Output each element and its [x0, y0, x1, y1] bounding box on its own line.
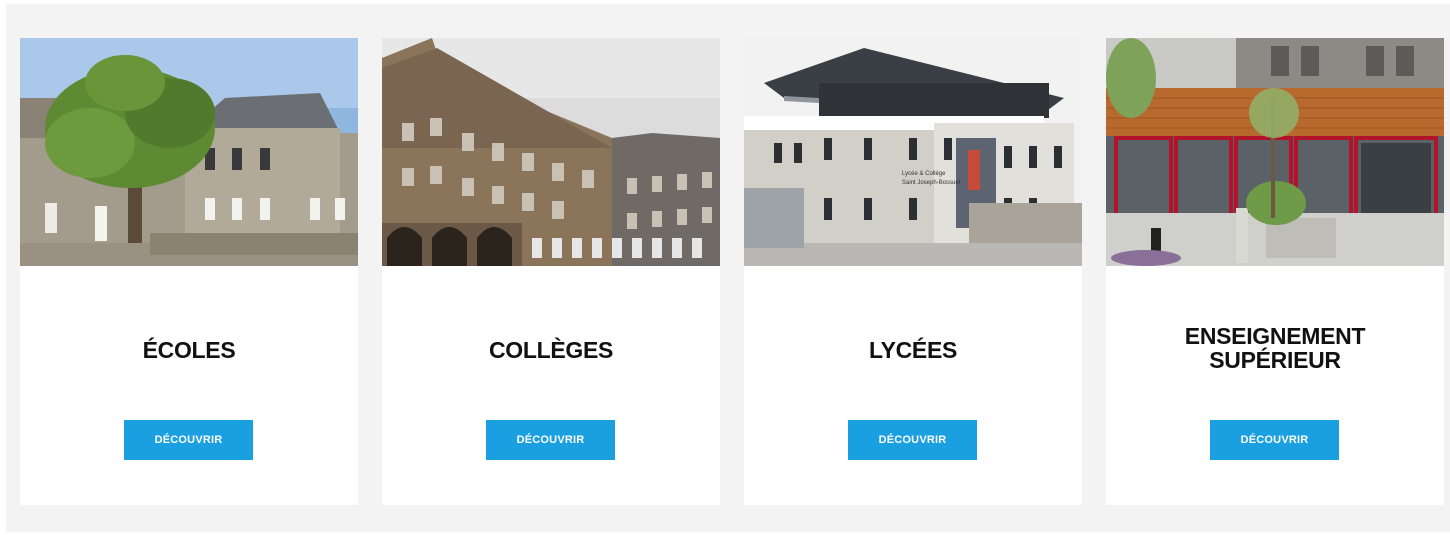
lycees-photo[interactable]: Lycée & Collège Saint Joseph-Bossuet: [744, 38, 1082, 266]
card-title: LYCÉES: [744, 338, 1082, 362]
card-lycees: Lycée & Collège Saint Joseph-Bossuet LYC…: [744, 38, 1082, 505]
card-ecoles: ÉCOLES DÉCOUVRIR: [20, 38, 358, 505]
decouvrir-button-lycees[interactable]: DÉCOUVRIR: [848, 420, 977, 460]
photo-sign-line: Saint Joseph-Bossuet: [902, 180, 961, 186]
card-enseignement-superieur: ENSEIGNEMENT SUPÉRIEUR DÉCOUVRIR: [1106, 38, 1444, 505]
card-title-line: ENSEIGNEMENT: [1184, 323, 1366, 349]
card-title: COLLÈGES: [382, 338, 720, 362]
card-colleges: COLLÈGES DÉCOUVRIR: [382, 38, 720, 505]
colleges-photo[interactable]: [382, 38, 720, 266]
card-title: ENSEIGNEMENT SUPÉRIEUR: [1106, 324, 1444, 372]
decouvrir-button-colleges[interactable]: DÉCOUVRIR: [486, 420, 615, 460]
card-title-line: COLLÈGES: [488, 337, 614, 363]
schools-section: ÉCOLES DÉCOUVRIR COLLÈGES DÉCOUVRIR Lycé…: [6, 4, 1450, 532]
card-title-line: SUPÉRIEUR: [1209, 347, 1341, 373]
card-title-line: LYCÉES: [868, 337, 958, 363]
decouvrir-button-enseignement-superieur[interactable]: DÉCOUVRIR: [1210, 420, 1339, 460]
enseignement-superieur-photo[interactable]: [1106, 38, 1444, 266]
card-title: ÉCOLES: [20, 338, 358, 362]
photo-sign-line: Lycée & Collège: [902, 171, 946, 177]
ecoles-photo[interactable]: [20, 38, 358, 266]
card-title-line: ÉCOLES: [142, 337, 236, 363]
decouvrir-button-ecoles[interactable]: DÉCOUVRIR: [124, 420, 253, 460]
